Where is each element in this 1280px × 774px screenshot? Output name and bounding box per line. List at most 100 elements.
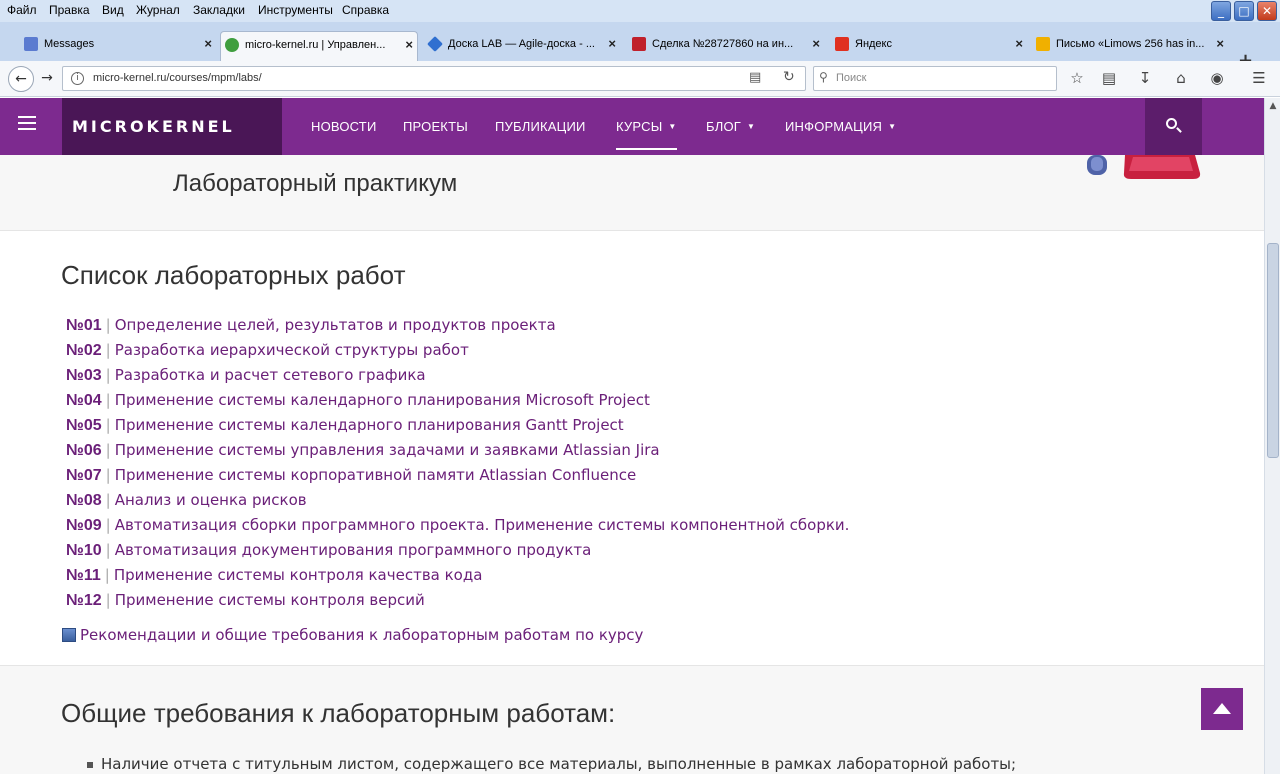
tab-label: Яндекс — [855, 38, 892, 50]
mail-icon — [1036, 37, 1050, 51]
list-item: Наличие отчета с титульным листом, содер… — [86, 755, 1016, 773]
menu-tools[interactable]: Инструменты — [258, 3, 333, 17]
chat-icon — [24, 37, 38, 51]
url-text[interactable]: micro-kernel.ru/courses/mpm/labs/ — [93, 72, 262, 84]
back-button[interactable]: ← — [8, 66, 34, 92]
scrollbar[interactable]: ▲ — [1264, 98, 1280, 774]
logo-text: MICROKERNEL — [72, 117, 235, 136]
nav-information[interactable]: ИНФОРМАЦИЯ ▼ — [785, 119, 896, 134]
separator: | — [105, 441, 111, 459]
star-icon[interactable]: ☆ — [1067, 68, 1087, 88]
lab-link[interactable]: Применение системы корпоративной памяти … — [115, 466, 637, 484]
tab-label: Доска LAB — Agile-доска - ... — [448, 38, 595, 50]
labs-heading: Список лабораторных работ — [61, 260, 406, 290]
lab-number: №12 — [66, 592, 102, 609]
lab-number: №10 — [66, 542, 102, 559]
menu-history[interactable]: Журнал — [136, 3, 180, 17]
caret-down-icon: ▼ — [668, 122, 677, 131]
separator: | — [105, 541, 111, 559]
lab-item: №12 | Применение системы контроля версий — [66, 591, 425, 613]
tab-messages[interactable]: Messages × — [20, 31, 216, 61]
menu-file[interactable]: Файл — [7, 3, 37, 17]
lab-link[interactable]: Автоматизация сборки программного проект… — [115, 516, 850, 534]
pocket-icon[interactable]: ◉ — [1207, 68, 1227, 88]
reload-icon[interactable]: ↻ — [783, 69, 795, 85]
close-icon[interactable]: × — [1216, 31, 1224, 57]
separator: | — [105, 366, 111, 384]
lab-link[interactable]: Определение целей, результатов и продукт… — [115, 316, 556, 334]
close-icon[interactable]: × — [812, 31, 820, 57]
scroll-thumb[interactable] — [1267, 243, 1279, 458]
globe-icon — [225, 38, 239, 52]
lab-link[interactable]: Анализ и оценка рисков — [115, 491, 307, 509]
separator: | — [105, 516, 111, 534]
tab-strip: Messages × micro-kernel.ru | Управлен...… — [0, 22, 1280, 71]
lab-number: №01 — [66, 317, 102, 334]
download-icon[interactable]: ↧ — [1135, 68, 1155, 88]
nav-publications[interactable]: ПУБЛИКАЦИИ — [495, 119, 586, 134]
nav-courses[interactable]: КУРСЫ ▼ — [616, 119, 677, 150]
menu-bookmarks[interactable]: Закладки — [193, 3, 245, 17]
lab-link[interactable]: Применение системы управления задачами и… — [115, 441, 660, 459]
hamburger-icon[interactable] — [18, 116, 36, 134]
home-icon[interactable]: ⌂ — [1171, 68, 1191, 88]
tab-deal[interactable]: Сделка №28727860 на ин... × — [628, 31, 824, 61]
separator: | — [105, 466, 111, 484]
url-bar[interactable]: i micro-kernel.ru/courses/mpm/labs/ ▤ ↻ — [62, 66, 806, 91]
close-icon[interactable]: × — [405, 32, 413, 58]
maximize-button[interactable]: □ — [1234, 1, 1254, 21]
scroll-up-arrow-icon[interactable]: ▲ — [1265, 98, 1280, 114]
nav-blog[interactable]: БЛОГ ▼ — [706, 119, 755, 134]
page-title: Лабораторный практикум — [173, 170, 458, 197]
site-logo[interactable]: MICROKERNEL — [62, 98, 282, 155]
lab-number: №04 — [66, 392, 102, 409]
lab-link[interactable]: Разработка иерархической структуры работ — [115, 341, 469, 359]
tab-yandex[interactable]: Яндекс × — [831, 31, 1027, 61]
minimize-button[interactable]: _ — [1211, 1, 1231, 21]
document-icon — [62, 628, 76, 642]
lab-number: №09 — [66, 517, 102, 534]
close-icon[interactable]: × — [1015, 31, 1023, 57]
scroll-to-top-button[interactable] — [1201, 688, 1243, 730]
lab-link[interactable]: Применение системы контроля качества код… — [114, 566, 483, 584]
menu-icon[interactable]: ☰ — [1249, 68, 1269, 88]
arrow-left-icon: ← — [15, 71, 27, 87]
reading-list-icon[interactable]: ▤ — [1099, 68, 1119, 88]
lab-link[interactable]: Применение системы календарного планиров… — [115, 391, 650, 409]
tab-mail[interactable]: Письмо «Limows 256 has in... × — [1032, 31, 1228, 61]
recommendations-link[interactable]: Рекомендации и общие требования к лабора… — [62, 626, 643, 644]
close-icon[interactable]: × — [204, 31, 212, 57]
m-logo-icon — [632, 37, 646, 51]
tab-agile-board[interactable]: Доска LAB — Agile-доска - ... × — [424, 31, 620, 61]
lab-item: №11 | Применение системы контроля качества… — [66, 566, 482, 588]
lab-item: №09 | Автоматизация сборки программного пр… — [66, 516, 849, 538]
lab-link[interactable]: Применение системы календарного планиров… — [115, 416, 624, 434]
nav-projects[interactable]: ПРОЕКТЫ — [403, 119, 468, 134]
info-icon[interactable]: i — [71, 72, 84, 85]
lab-number: №06 — [66, 442, 102, 459]
menu-view[interactable]: Вид — [102, 3, 124, 17]
reader-view-icon[interactable]: ▤ — [749, 70, 761, 85]
yandex-icon — [835, 37, 849, 51]
navigation-bar: ← → i micro-kernel.ru/courses/mpm/labs/ … — [0, 61, 1280, 97]
close-icon[interactable]: × — [608, 31, 616, 57]
lab-link[interactable]: Автоматизация документирования программн… — [115, 541, 592, 559]
separator: | — [104, 566, 110, 584]
forward-button[interactable]: → — [34, 66, 60, 92]
nav-news[interactable]: НОВОСТИ — [311, 119, 377, 134]
lab-item: №10 | Автоматизация документирования прогр… — [66, 541, 591, 563]
hero-banner: Лабораторный практикум — [0, 155, 1264, 231]
site-search-button[interactable] — [1145, 98, 1202, 155]
search-bar[interactable]: ⚲ Поиск — [813, 66, 1057, 91]
tab-label: Письмо «Limows 256 has in... — [1056, 38, 1205, 50]
lab-link[interactable]: Разработка и расчет сетевого графика — [115, 366, 426, 384]
menu-edit[interactable]: Правка — [49, 3, 90, 17]
menu-help[interactable]: Справка — [342, 3, 389, 17]
lab-number: №08 — [66, 492, 102, 509]
requirements-section: Общие требования к лабораторным работам:… — [0, 665, 1264, 774]
tab-micro-kernel[interactable]: micro-kernel.ru | Управлен... × — [220, 31, 418, 61]
lab-link[interactable]: Применение системы контроля версий — [115, 591, 425, 609]
separator: | — [105, 491, 111, 509]
close-window-button[interactable]: ✕ — [1257, 1, 1277, 21]
search-placeholder: Поиск — [836, 72, 867, 84]
